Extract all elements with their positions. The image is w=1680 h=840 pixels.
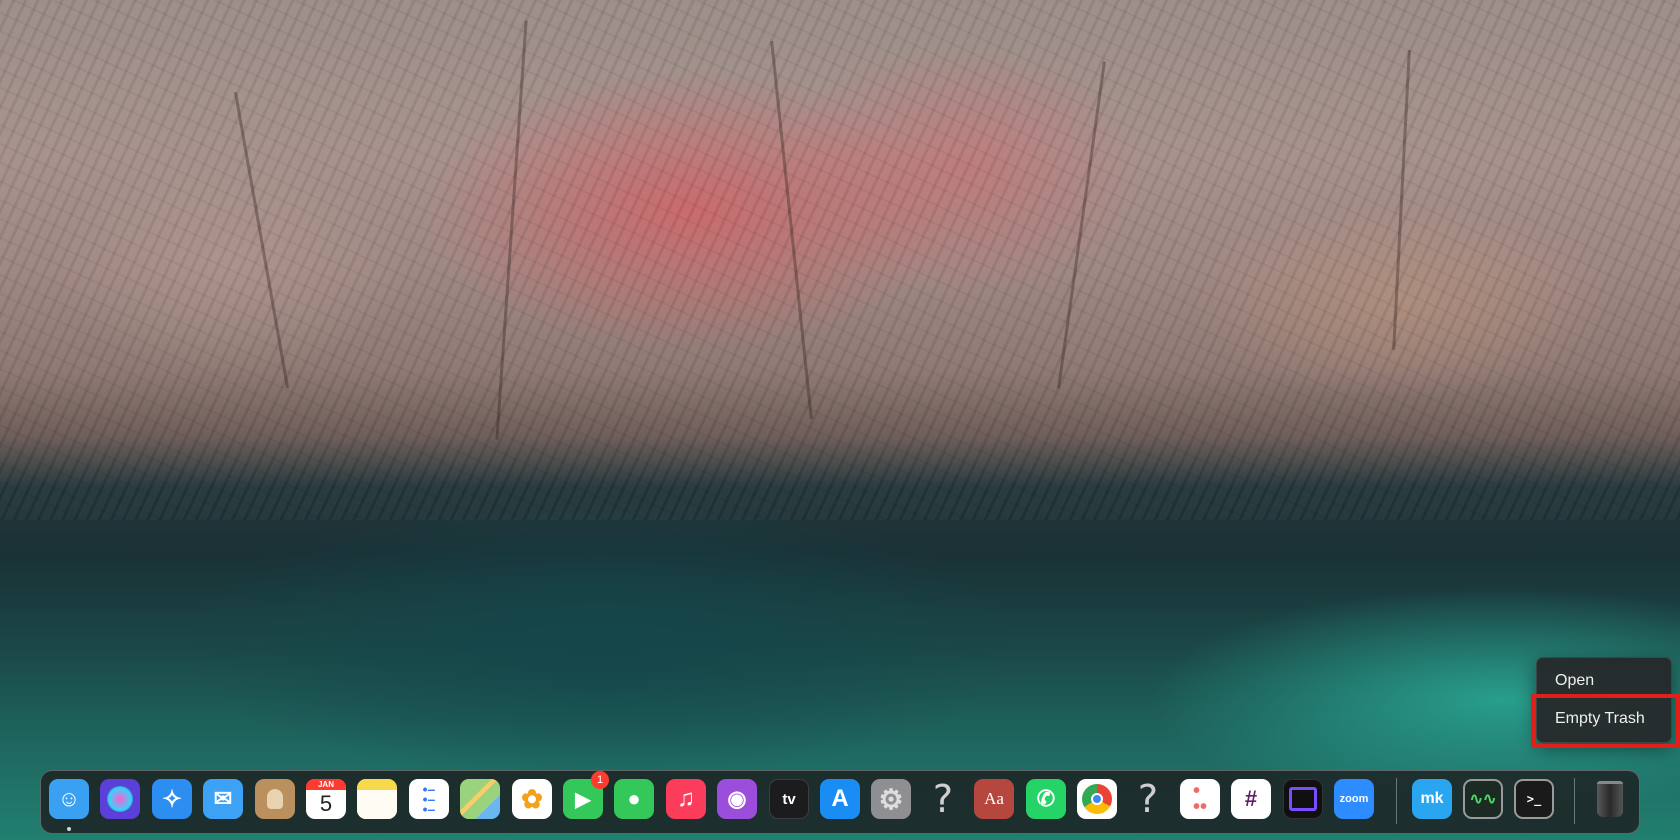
slack-icon: #: [1244, 786, 1258, 811]
siri-dock-item[interactable]: [100, 779, 140, 819]
dictionary-icon: Aa: [974, 779, 1014, 819]
question-mark-dock-item[interactable]: ?: [923, 777, 963, 821]
dock-separator: [1396, 778, 1397, 824]
dictionary-dock-item[interactable]: Aa: [974, 779, 1014, 819]
app-store-dock-item[interactable]: A: [820, 779, 860, 819]
finder-dock-item[interactable]: ☺: [49, 779, 89, 819]
question-mark-dock-item[interactable]: ?: [1128, 777, 1168, 821]
calendar-month: JAN: [306, 779, 346, 790]
trash-dock-item[interactable]: [1590, 779, 1630, 819]
app-store-icon: A: [831, 785, 849, 812]
zoom-label: zoom: [1339, 793, 1369, 805]
running-indicator: [67, 827, 71, 831]
messages-dock-item[interactable]: ●: [614, 779, 654, 819]
dictionary-label: Aa: [984, 789, 1004, 808]
finder-icon: ☺: [57, 786, 81, 811]
facetime-dock-item[interactable]: ▶ 1: [563, 771, 609, 819]
zoom-icon: zoom: [1334, 779, 1374, 819]
terminal-dock-item[interactable]: >_: [1514, 779, 1554, 819]
safari-dock-item[interactable]: ✧: [152, 779, 192, 819]
music-dock-item[interactable]: ♫: [666, 779, 706, 819]
wallpaper-rock: [0, 0, 1680, 520]
reminders-dock-item[interactable]: •– •– •–: [409, 779, 449, 819]
maps-dock-item[interactable]: [460, 779, 500, 819]
mk-icon: mk: [1412, 779, 1452, 819]
safari-icon: ✧: [161, 785, 183, 813]
question-mark-icon: ?: [1137, 777, 1159, 821]
mk-dock-item[interactable]: mk: [1412, 779, 1452, 819]
trash-icon: [1597, 781, 1623, 817]
reminders-icon: •– •– •–: [422, 781, 436, 817]
mail-dock-item[interactable]: ✉: [203, 779, 243, 819]
zoom-dock-item[interactable]: zoom: [1334, 779, 1374, 819]
screen-capture-dock-item[interactable]: [1283, 779, 1323, 819]
screen-capture-icon: [1284, 780, 1322, 818]
slack-dock-item[interactable]: #: [1231, 779, 1271, 819]
terminal-icon: >_: [1516, 781, 1552, 817]
apple-tv-icon: tv: [770, 780, 808, 818]
system-preferences-icon: ⚙: [878, 783, 904, 815]
system-preferences-dock-item[interactable]: ⚙: [871, 779, 911, 819]
asana-dock-item[interactable]: • ••: [1180, 779, 1220, 819]
calendar-icon: JAN 5: [306, 779, 346, 819]
apple-tv-dock-item[interactable]: tv: [769, 779, 809, 819]
calendar-day: 5: [319, 791, 333, 816]
notification-badge: 1: [591, 771, 609, 789]
podcasts-icon: ◉: [727, 786, 747, 811]
tv-label: tv: [782, 790, 796, 808]
desktop: Open Empty Trash ☺ ✧ ✉ JAN 5 •– •– •– ✿ ▶ 1 ● ♫ ◉ tv A ⚙…: [0, 0, 1680, 840]
activity-monitor-icon: ∿∿: [1469, 791, 1497, 808]
chrome-icon: [1077, 779, 1117, 819]
music-icon: ♫: [677, 785, 695, 812]
contacts-icon: [255, 779, 295, 819]
terminal-label: >_: [1526, 792, 1542, 806]
mk-label: mk: [1420, 790, 1444, 807]
dock-separator: [1574, 778, 1575, 824]
maps-icon: [460, 779, 500, 819]
notes-icon: [357, 779, 397, 819]
contacts-dock-item[interactable]: [255, 779, 295, 819]
whatsapp-dock-item[interactable]: ✆: [1026, 779, 1066, 819]
trash-context-menu: Open Empty Trash: [1536, 657, 1672, 743]
asana-icon: • ••: [1192, 780, 1207, 818]
chrome-dock-item[interactable]: [1077, 779, 1117, 819]
siri-icon: [100, 779, 140, 819]
podcasts-dock-item[interactable]: ◉: [717, 779, 757, 819]
notes-dock-item[interactable]: [357, 779, 397, 819]
activity-monitor-dock-item[interactable]: ∿∿: [1463, 779, 1503, 819]
photos-dock-item[interactable]: ✿: [512, 779, 552, 819]
messages-icon: ●: [627, 786, 641, 811]
photos-icon: ✿: [521, 783, 543, 814]
calendar-dock-item[interactable]: JAN 5: [306, 779, 346, 819]
menu-item-empty-trash[interactable]: Empty Trash: [1537, 702, 1671, 736]
question-mark-icon: ?: [932, 777, 954, 821]
mail-icon: ✉: [213, 786, 233, 811]
menu-item-open[interactable]: Open: [1537, 664, 1671, 698]
whatsapp-icon: ✆: [1036, 786, 1056, 811]
